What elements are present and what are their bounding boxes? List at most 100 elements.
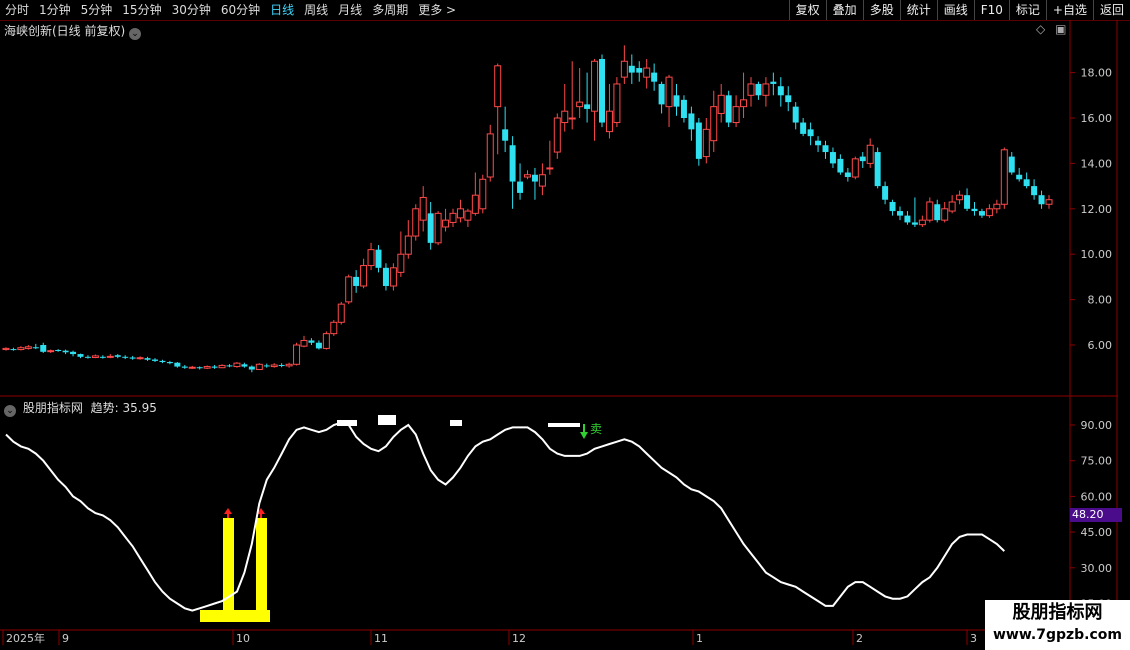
candle-body xyxy=(673,95,680,107)
toolbar-action-7[interactable]: +自选 xyxy=(1045,0,1093,20)
trend-line xyxy=(5,421,1005,612)
candle-body xyxy=(353,276,360,286)
candle-body xyxy=(293,344,301,365)
period-tab-5[interactable]: 60分钟 xyxy=(216,0,265,20)
candle-body xyxy=(114,355,121,357)
candle-body xyxy=(47,350,55,353)
watermark-title: 股朋指标网 xyxy=(1012,602,1103,623)
candle-body xyxy=(308,340,315,343)
toolbar-action-1[interactable]: 叠加 xyxy=(825,0,863,20)
toolbar-action-4[interactable]: 画线 xyxy=(936,0,974,20)
signal-base xyxy=(200,610,270,622)
period-tab-3[interactable]: 15分钟 xyxy=(117,0,166,20)
candle-body xyxy=(345,276,353,303)
top-marker-block xyxy=(450,420,462,426)
top-marker-block xyxy=(378,415,396,425)
candle-body xyxy=(144,358,151,360)
window-toggle-icon[interactable]: ▣ xyxy=(1055,22,1066,36)
dropdown-icon[interactable]: ⌄ xyxy=(129,28,142,40)
chart-area[interactable]: 18.00 16.00 14.00 12.00 10.00 8.00 6.00 90.00 75… xyxy=(0,0,1130,650)
candle-body xyxy=(524,174,531,178)
candle-body xyxy=(1038,195,1045,205)
candle-body xyxy=(152,359,158,361)
period-tabs: 分时 1分钟 5分钟 15分钟 30分钟 60分钟 日线 周线 月线 多周期 更多 > xyxy=(0,0,461,20)
candle-body xyxy=(576,101,584,108)
candle-body xyxy=(866,144,874,164)
top-marker-block xyxy=(337,420,357,426)
period-tab-10[interactable]: 更多 > xyxy=(413,0,461,20)
period-tab-6[interactable]: 日线 xyxy=(265,0,299,20)
candle-body xyxy=(889,201,896,212)
toolbar-action-3[interactable]: 统计 xyxy=(899,0,937,20)
period-tab-9[interactable]: 多周期 xyxy=(367,0,413,20)
watermark: 股朋指标网 www.7gpzb.com xyxy=(985,600,1130,650)
toolbar-action-2[interactable]: 多股 xyxy=(862,0,900,20)
candle-body xyxy=(136,357,144,360)
period-tab-8[interactable]: 月线 xyxy=(333,0,367,20)
candle-body xyxy=(77,354,84,357)
candle-body xyxy=(397,253,405,273)
candle-body xyxy=(934,204,941,221)
candle-body xyxy=(404,235,412,255)
candle-body xyxy=(636,68,643,73)
indicator-name: 股朋指标网 xyxy=(22,401,83,415)
candle-body xyxy=(897,211,903,216)
candle-body xyxy=(851,158,859,178)
candle-body xyxy=(486,133,494,178)
toolbar-action-6[interactable]: 标记 xyxy=(1008,0,1046,20)
stock-name-title: 海峡创新(日线 前复权) xyxy=(4,24,126,38)
candle-body xyxy=(17,347,25,351)
candle-body xyxy=(732,106,740,124)
price-tick-label: 18.00 xyxy=(1081,67,1113,80)
candle-body xyxy=(688,113,695,130)
diamond-icon[interactable]: ◇ xyxy=(1036,22,1045,36)
candle-body xyxy=(613,83,621,124)
time-tick-label: 2 xyxy=(856,632,863,645)
price-tick-label: 16.00 xyxy=(1081,112,1113,125)
candle-body xyxy=(382,267,389,286)
candle-body xyxy=(255,363,263,371)
period-tab-7[interactable]: 周线 xyxy=(299,0,333,20)
candle-body xyxy=(502,129,509,141)
candle-body xyxy=(725,95,732,123)
candle-body xyxy=(24,346,32,349)
period-tab-1[interactable]: 1分钟 xyxy=(34,0,76,20)
candle-body xyxy=(964,195,971,209)
candle-body xyxy=(203,366,211,369)
candle-body xyxy=(211,366,218,368)
toolbar-action-0[interactable]: 复权 xyxy=(788,0,826,20)
indicator-value: 趋势: 35.95 xyxy=(90,401,157,415)
candle-body xyxy=(747,83,755,96)
dropdown-icon[interactable]: ⌄ xyxy=(4,405,16,417)
candle-body xyxy=(389,267,397,287)
top-marker-block xyxy=(548,423,580,427)
candle-body xyxy=(233,362,241,368)
candle-body xyxy=(471,194,479,214)
up-arrow-icon xyxy=(224,508,232,514)
main-panel-title[interactable]: 海峡创新(日线 前复权) ⌄ xyxy=(4,22,144,40)
toolbar-action-8[interactable]: 返回 xyxy=(1092,0,1130,20)
period-tab-0[interactable]: 分时 xyxy=(0,0,34,20)
side-panel-edge xyxy=(1118,20,1130,630)
time-tick-label: 11 xyxy=(374,632,388,645)
candle-body xyxy=(882,186,889,200)
candle-body xyxy=(680,99,687,118)
candle-body xyxy=(226,365,233,367)
period-tab-4[interactable]: 30分钟 xyxy=(167,0,216,20)
candle-body xyxy=(40,345,47,352)
candle-body xyxy=(55,349,62,351)
candle-body xyxy=(911,222,918,225)
candle-body xyxy=(449,212,457,223)
candle-body xyxy=(800,122,807,134)
candle-body xyxy=(874,152,881,187)
candle-body xyxy=(531,174,538,182)
candle-body xyxy=(1045,199,1053,205)
candle-body xyxy=(599,58,605,123)
toolbar-action-5[interactable]: F10 xyxy=(973,0,1009,20)
candle-body xyxy=(717,94,725,114)
candle-body xyxy=(658,83,665,105)
candle-body xyxy=(188,366,196,369)
period-tab-2[interactable]: 5分钟 xyxy=(76,0,118,20)
candle-body xyxy=(785,95,792,103)
candle-body xyxy=(270,364,278,368)
